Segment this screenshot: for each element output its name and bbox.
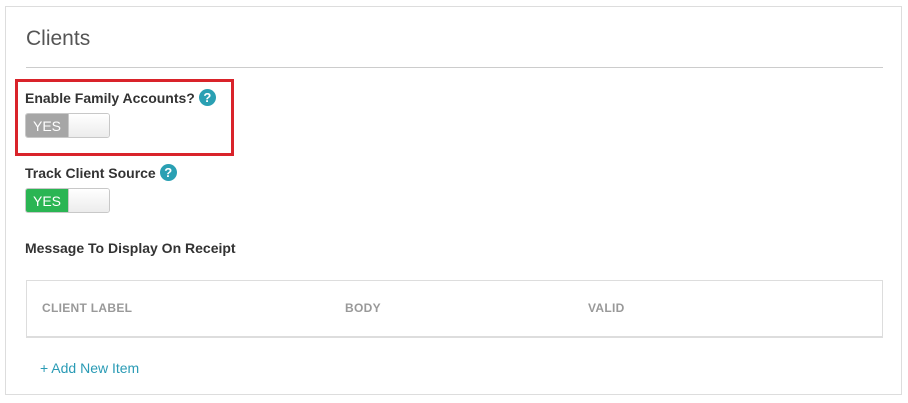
receipt-message-label-row: Message To Display On Receipt: [25, 240, 236, 256]
receipt-message-label: Message To Display On Receipt: [25, 240, 236, 256]
family-accounts-label-row: Enable Family Accounts? ?: [25, 89, 216, 106]
toggle-knob[interactable]: [68, 114, 109, 137]
add-new-item-link[interactable]: + Add New Item: [40, 360, 139, 376]
toggle-knob[interactable]: [68, 189, 109, 212]
column-header-client-label[interactable]: CLIENT LABEL: [42, 301, 132, 315]
toggle-label: YES: [26, 114, 68, 137]
help-icon[interactable]: ?: [198, 89, 216, 106]
clients-panel: Clients Enable Family Accounts? ? YES Tr…: [5, 6, 902, 395]
family-accounts-label: Enable Family Accounts?: [25, 89, 195, 106]
column-header-body[interactable]: BODY: [345, 301, 381, 315]
track-client-source-label: Track Client Source: [25, 164, 156, 181]
receipt-messages-table: CLIENT LABEL BODY VALID: [26, 280, 883, 338]
title-divider: [26, 67, 883, 68]
help-icon[interactable]: ?: [159, 164, 177, 181]
family-accounts-toggle[interactable]: YES: [25, 113, 110, 138]
column-header-valid[interactable]: VALID: [588, 301, 625, 315]
track-client-source-label-row: Track Client Source ?: [25, 164, 177, 181]
toggle-label: YES: [26, 189, 68, 212]
section-title: Clients: [26, 27, 91, 50]
track-client-source-toggle[interactable]: YES: [25, 188, 110, 213]
